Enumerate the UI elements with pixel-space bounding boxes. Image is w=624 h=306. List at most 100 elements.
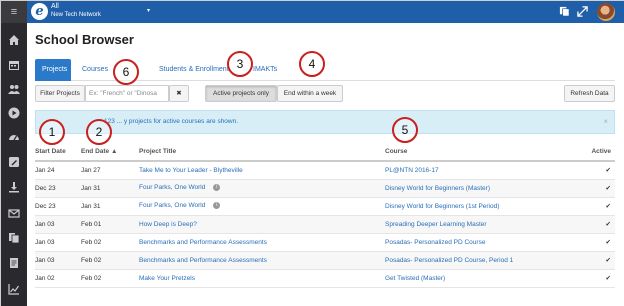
table-row[interactable]: Jan 03 Feb 02 Benchmarks and Performance A… [35, 233, 615, 252]
tab-students-enrollment[interactable]: Students & Enrollment [159, 59, 229, 81]
course-link[interactable]: Get Twisted (Master) [385, 269, 575, 288]
project-title-link-text[interactable]: Four Parks, One World [139, 185, 205, 192]
menu-icon[interactable]: ≡ [1, 1, 27, 23]
refresh-data-button[interactable]: Refresh Data [564, 85, 615, 102]
project-title-link[interactable]: Benchmarks and Performance Assessments [139, 233, 385, 252]
start-date-cell: Jan 03 [35, 215, 81, 234]
course-link-text[interactable]: Spreading Deeper Learning Master [385, 221, 487, 228]
course-link[interactable]: PL@NTN 2016-17 [385, 161, 575, 180]
project-title-link-text[interactable]: Benchmarks and Performance Assessments [139, 239, 267, 246]
start-date-cell: Jan 02 [35, 269, 81, 288]
course-link[interactable]: Spreading Deeper Learning Master [385, 215, 575, 234]
info-icon[interactable]: i [213, 202, 221, 210]
end-date-cell: Feb 02 [81, 251, 139, 270]
active-check-icon-text: ✔ [605, 275, 611, 282]
table-row[interactable]: Jan 24 Jan 27 Take Me to Your Leader - Bly… [35, 161, 615, 180]
end-within-week-toggle[interactable]: End within a week [277, 85, 343, 102]
clear-search-button[interactable]: ✖ [169, 85, 189, 102]
start-date-cell-text: Jan 24 [35, 166, 55, 174]
network-scope[interactable]: All [51, 3, 59, 10]
page-title: School Browser [35, 32, 134, 47]
table-row[interactable]: Dec 23 Jan 31 Four Parks, One World i Disney… [35, 179, 615, 198]
files-icon[interactable] [8, 232, 20, 244]
project-title-link[interactable]: Four Parks, One World i [139, 179, 385, 198]
start-date-cell-text: Jan 02 [35, 274, 55, 282]
course-link-text[interactable]: Disney World for Beginners (1st Period) [385, 203, 499, 210]
active-check-icon-text: ✔ [605, 203, 611, 210]
gauge-icon[interactable] [8, 131, 20, 143]
mail-icon[interactable] [8, 207, 20, 219]
calendar-icon[interactable] [8, 59, 20, 71]
project-search-input[interactable]: Ex: "French" or "Dinosa [85, 85, 169, 102]
info-icon[interactable]: i [213, 184, 221, 192]
active-check-icon: ✔ [575, 233, 615, 252]
active-check-icon: ✔ [575, 269, 615, 288]
project-title-link[interactable]: How Deep is Deep? [139, 215, 385, 234]
copy-icon[interactable] [559, 6, 570, 17]
active-check-icon: ✔ [575, 215, 615, 234]
course-link-text[interactable]: Disney World for Beginners (Master) [385, 185, 490, 192]
project-title-link[interactable]: Benchmarks and Performance Assessments [139, 251, 385, 270]
projects-table: Start Date End Date ▲ Project Title Cour… [35, 143, 615, 288]
people-icon[interactable] [8, 83, 20, 95]
project-title-link-text[interactable]: Make Your Pretzels [139, 275, 195, 282]
project-title-link[interactable]: Make Your Pretzels [139, 269, 385, 288]
filter-projects-label: Filter Projects [35, 85, 85, 102]
document-icon[interactable] [8, 257, 20, 269]
course-link[interactable]: Posadas- Personalized PD Course [385, 233, 575, 252]
header-start-date[interactable]: Start Date [35, 143, 81, 162]
table-row[interactable]: Jan 02 Feb 02 Make Your Pretzels Get Twiste… [35, 269, 615, 288]
start-date-cell-text: Dec 23 [35, 184, 56, 192]
course-link-text[interactable]: Posadas- Personalized PD Course, Period … [385, 257, 513, 264]
project-title-link-text[interactable]: Four Parks, One World [139, 203, 205, 210]
table-row[interactable]: Jan 03 Feb 02 Benchmarks and Performance A… [35, 251, 615, 270]
avatar[interactable] [597, 3, 615, 21]
callout-2: 2 [86, 119, 112, 145]
header-active[interactable]: Active [575, 143, 615, 162]
start-date-cell: Jan 03 [35, 233, 81, 252]
project-title-link-text[interactable]: Benchmarks and Performance Assessments [139, 257, 267, 264]
header-end-date[interactable]: End Date ▲ [81, 143, 139, 162]
project-title-link-text[interactable]: Take Me to Your Leader - Blytheville [139, 167, 243, 174]
edit-icon[interactable] [8, 156, 20, 168]
network-logo[interactable]: e [31, 3, 48, 20]
end-date-cell: Jan 31 [81, 179, 139, 198]
header-project-title[interactable]: Project Title [139, 143, 385, 162]
course-link[interactable]: Disney World for Beginners (1st Period) [385, 197, 575, 216]
table-header-row: Start Date End Date ▲ Project Title Cour… [35, 143, 615, 162]
start-date-cell: Jan 03 [35, 251, 81, 270]
project-title-link-text[interactable]: How Deep is Deep? [139, 221, 197, 228]
tab-imakts[interactable]: IMAKTs [253, 59, 277, 81]
project-title-link[interactable]: Take Me to Your Leader - Blytheville [139, 161, 385, 180]
course-link[interactable]: Posadas- Personalized PD Course, Period … [385, 251, 575, 270]
expand-icon[interactable] [577, 6, 588, 17]
chart-icon[interactable] [8, 283, 20, 295]
sidebar: ≡ [1, 1, 27, 306]
course-link-text[interactable]: Posadas- Personalized PD Course [385, 239, 485, 246]
end-date-cell-text: Feb 02 [81, 238, 102, 246]
project-title-link[interactable]: Four Parks, One World i [139, 197, 385, 216]
end-date-cell-text: Feb 01 [81, 220, 102, 228]
tab-projects[interactable]: Projects [35, 59, 71, 81]
active-check-icon-text: ✔ [605, 185, 611, 192]
end-date-cell-text: Jan 27 [81, 166, 101, 174]
course-link-text[interactable]: PL@NTN 2016-17 [385, 167, 439, 174]
download-icon[interactable] [8, 181, 20, 193]
close-icon[interactable]: × [603, 111, 608, 133]
table-row[interactable]: Dec 23 Jan 31 Four Parks, One World i Disney… [35, 197, 615, 216]
course-link-text[interactable]: Get Twisted (Master) [385, 275, 445, 282]
table-row[interactable]: Jan 03 Feb 01 How Deep is Deep? Spreading D… [35, 215, 615, 234]
course-link[interactable]: Disney World for Beginners (Master) [385, 179, 575, 198]
chevron-down-icon[interactable]: ▾ [147, 7, 150, 14]
callout-1: 1 [39, 119, 65, 145]
top-navigation-bar: e All New Tech Network ▾ [27, 1, 624, 23]
end-date-cell: Jan 27 [81, 161, 139, 180]
header-course[interactable]: Course [385, 143, 575, 162]
tab-courses[interactable]: Courses [82, 59, 108, 81]
home-icon[interactable] [8, 34, 20, 46]
active-check-icon: ✔ [575, 197, 615, 216]
network-name[interactable]: New Tech Network [51, 12, 101, 18]
play-icon[interactable] [8, 107, 20, 119]
active-projects-only-toggle[interactable]: Active projects only [205, 85, 277, 102]
end-date-cell: Feb 01 [81, 215, 139, 234]
